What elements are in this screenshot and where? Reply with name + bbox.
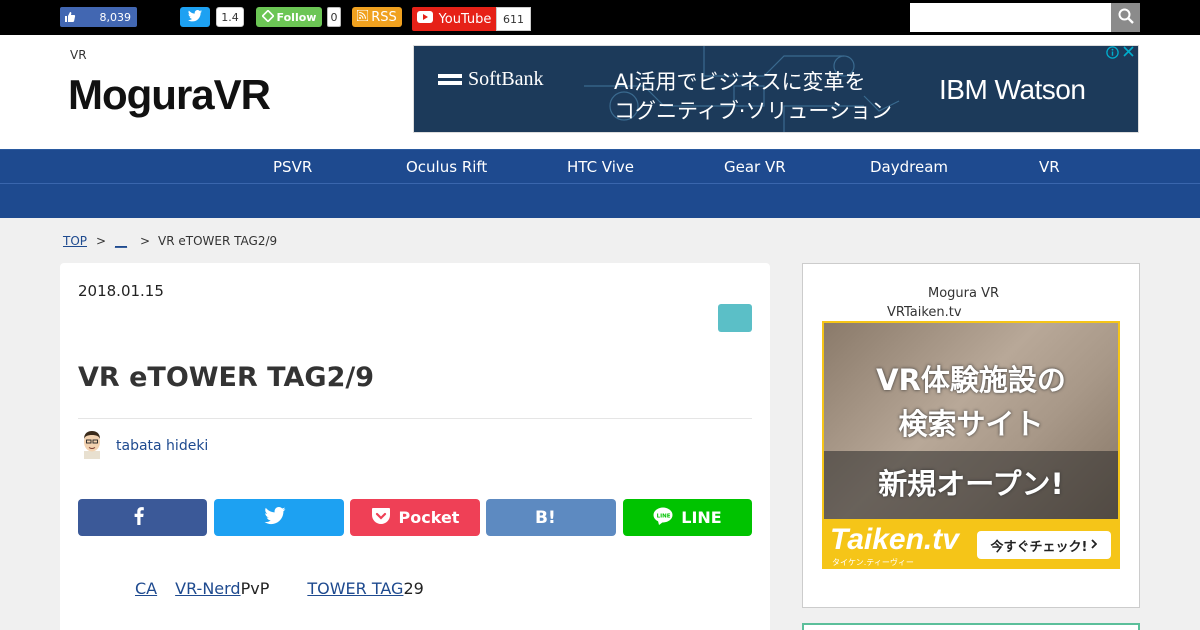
feedly-icon	[260, 8, 275, 25]
breadcrumb-category-link[interactable]: __	[115, 234, 127, 248]
adchoices-controls[interactable]	[1106, 46, 1134, 63]
search-button[interactable]	[1111, 3, 1140, 32]
site-logo[interactable]: MoguraVR	[68, 71, 271, 119]
taiken-logo: Taiken.tv	[830, 523, 959, 556]
line-label: LINE	[681, 508, 722, 527]
site-header: VR MoguraVR SoftBank AI活用でビジネスに変革を コグニティ…	[0, 35, 1200, 149]
ad-close-icon[interactable]	[1123, 46, 1134, 63]
search-icon	[1118, 8, 1134, 28]
softbank-logo: SoftBank	[438, 68, 544, 91]
youtube-label: YouTube	[438, 11, 492, 27]
breadcrumb-separator: >	[96, 234, 107, 248]
ad-headline-2: コグニティブ·ソリューション	[614, 99, 892, 123]
nav-item-gear-vr[interactable]: Gear VR	[724, 158, 786, 176]
author-avatar[interactable]	[78, 429, 106, 459]
softbank-mark-icon	[438, 74, 462, 85]
article-card: 2018.01.15 VR eTOWER TAG2/9 tabata hidek…	[60, 263, 770, 630]
adchoices-info-icon[interactable]	[1106, 46, 1119, 63]
breadcrumb-separator: >	[140, 234, 151, 248]
sidebar-ad-banner[interactable]: VR体験施設の 検索サイト 新規オープン! Taiken.tv タイケン.ティー…	[822, 321, 1120, 569]
share-pocket-button[interactable]: Pocket	[350, 499, 480, 536]
breadcrumb-top-link[interactable]: TOP	[63, 234, 87, 248]
chevron-right-icon	[1091, 538, 1098, 553]
title-divider	[78, 418, 752, 419]
share-twitter-button[interactable]	[214, 499, 344, 536]
sidebar-card-2	[802, 623, 1140, 630]
site-tagline: VR	[70, 48, 87, 62]
thumbs-up-icon	[60, 7, 80, 27]
youtube-play-icon	[416, 11, 433, 27]
search-input[interactable]	[910, 3, 1111, 32]
article-date: 2018.01.15	[78, 282, 164, 300]
facebook-like-button[interactable]: 8,039	[60, 7, 137, 27]
nav-item-vr[interactable]: VR	[1039, 158, 1060, 176]
share-facebook-button[interactable]	[78, 499, 207, 536]
facebook-icon	[134, 506, 144, 529]
svg-text:LINE: LINE	[657, 513, 671, 519]
sidebar-promo-line-1: Mogura VR	[928, 286, 1000, 301]
ad-line-1: VR体験施設の	[876, 363, 1066, 397]
article-body-paragraph: CA VR-NerdPvP TOWER TAG29	[135, 579, 424, 598]
header-ad-banner[interactable]: SoftBank AI活用でビジネスに変革を コグニティブ·ソリューション IB…	[413, 45, 1139, 133]
follow-label: Follow	[276, 10, 317, 24]
nav-item-psvr[interactable]: PSVR	[273, 158, 312, 176]
follow-count: 0	[327, 7, 341, 27]
body-link-vr-nerd[interactable]: VR-Nerd	[175, 579, 240, 598]
body-link-ca[interactable]: CA	[135, 579, 157, 598]
rss-icon	[356, 9, 369, 25]
ad-partner-logo: IBM Watson	[939, 74, 1086, 105]
ad-line-2: 検索サイト	[898, 407, 1044, 441]
twitter-count: 1.4	[216, 7, 244, 27]
twitter-bird-icon	[264, 506, 286, 529]
pocket-icon	[371, 507, 391, 529]
author-name-link[interactable]: tabata hideki	[116, 438, 208, 454]
facebook-like-count: 8,039	[99, 10, 132, 24]
share-hatena-button[interactable]: B!	[486, 499, 616, 536]
rss-button[interactable]: RSS	[352, 7, 402, 27]
ad-cta-button[interactable]: 今すぐチェック!	[977, 531, 1111, 559]
nav-item-htc-vive[interactable]: HTC Vive	[567, 158, 634, 176]
feedly-follow-button[interactable]: Follow	[256, 7, 322, 27]
rss-label: RSS	[371, 9, 397, 25]
top-bar: 8,039 1.4 Follow 0 RSS YouTube 611	[0, 0, 1200, 35]
pocket-label: Pocket	[398, 508, 460, 527]
youtube-subscribe-button[interactable]: YouTube	[412, 7, 496, 31]
sidebar-promo-line-2: VRTaiken.tv	[887, 305, 962, 320]
nav-item-oculus-rift[interactable]: Oculus Rift	[406, 158, 487, 176]
sub-nav	[0, 183, 1200, 218]
ad-headline-1: AI活用でビジネスに変革を	[614, 70, 866, 94]
svg-text:B!: B!	[535, 508, 556, 525]
twitter-button[interactable]	[180, 7, 210, 27]
nav-item-daydream[interactable]: Daydream	[870, 158, 948, 176]
share-line-button[interactable]: LINE LINE	[623, 499, 752, 536]
hatena-bookmark-icon: B!	[535, 507, 559, 529]
taiken-logo-reading: タイケン.ティーヴィー	[832, 558, 914, 567]
youtube-count: 611	[496, 7, 531, 31]
article-title: VR eTOWER TAG2/9	[78, 362, 374, 393]
main-nav: PSVR Oculus Rift HTC Vive Gear VR Daydre…	[0, 149, 1200, 183]
ad-line-3: 新規オープン!	[878, 467, 1064, 501]
body-link-tower-tag[interactable]: TOWER TAG	[307, 579, 403, 598]
breadcrumb-current: VR eTOWER TAG2/9	[158, 234, 278, 248]
category-badge[interactable]	[718, 304, 752, 332]
twitter-bird-icon	[188, 9, 202, 25]
line-icon: LINE	[653, 507, 673, 529]
sidebar-promo-card: Mogura VR VRTaiken.tv VR体験施設の 検索サイト 新規オー…	[802, 263, 1140, 608]
